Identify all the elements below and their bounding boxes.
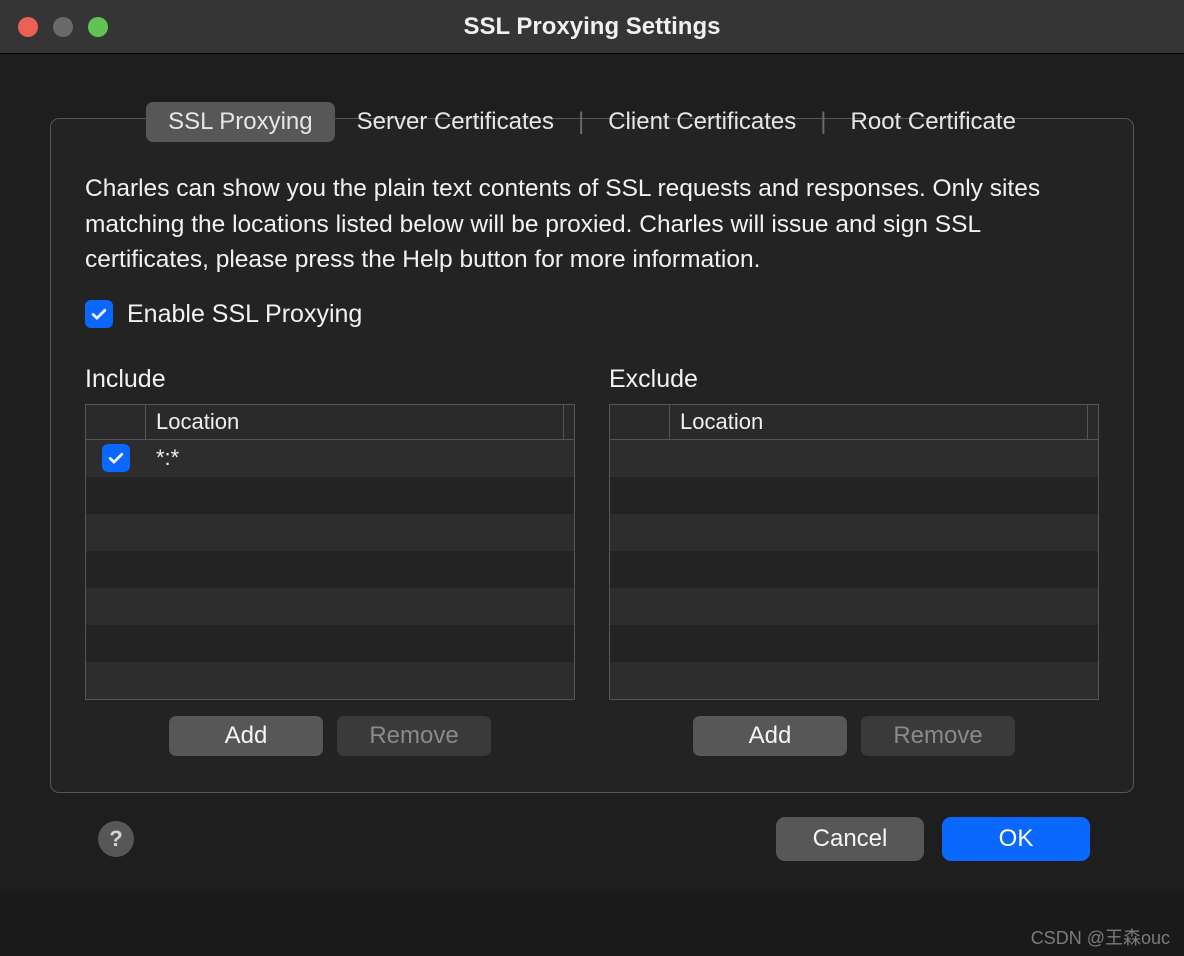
tab-separator: |: [818, 108, 828, 136]
titlebar: SSL Proxying Settings: [0, 0, 1184, 54]
include-add-button[interactable]: Add: [169, 716, 323, 756]
include-row-checkbox[interactable]: [102, 444, 130, 472]
tab-label: Client Certificates: [608, 108, 796, 136]
table-row[interactable]: [610, 625, 1098, 662]
include-header-location[interactable]: Location: [146, 405, 564, 439]
table-row[interactable]: [610, 662, 1098, 699]
table-row[interactable]: [610, 477, 1098, 514]
table-row[interactable]: [86, 625, 574, 662]
tab-label: Server Certificates: [357, 108, 554, 136]
tab-server-certificates[interactable]: Server Certificates: [335, 102, 576, 142]
maximize-icon[interactable]: [88, 17, 108, 37]
exclude-remove-button[interactable]: Remove: [861, 716, 1015, 756]
exclude-section: Exclude Location: [609, 365, 1099, 756]
include-header-check: [86, 405, 146, 439]
table-row[interactable]: [86, 588, 574, 625]
tab-label: SSL Proxying: [168, 108, 313, 136]
tab-separator: |: [576, 108, 586, 136]
tab-bar: SSL Proxying Server Certificates | Clien…: [50, 102, 1134, 142]
ok-button[interactable]: OK: [942, 817, 1090, 861]
check-icon: [89, 304, 109, 324]
table-row[interactable]: [86, 514, 574, 551]
minimize-icon: [53, 17, 73, 37]
panel-description: Charles can show you the plain text cont…: [85, 171, 1099, 278]
enable-ssl-proxying-label: Enable SSL Proxying: [127, 300, 362, 329]
table-row[interactable]: [610, 514, 1098, 551]
cancel-button[interactable]: Cancel: [776, 817, 924, 861]
help-button[interactable]: ?: [98, 821, 134, 857]
table-row[interactable]: *:*: [86, 440, 574, 477]
include-remove-button[interactable]: Remove: [337, 716, 491, 756]
include-row-location: *:*: [146, 445, 574, 471]
table-row[interactable]: [610, 588, 1098, 625]
watermark: CSDN @王森ouc: [1031, 924, 1170, 950]
enable-ssl-proxying-checkbox[interactable]: [85, 300, 113, 328]
window-title: SSL Proxying Settings: [0, 13, 1184, 41]
tab-ssl-proxying[interactable]: SSL Proxying: [146, 102, 335, 142]
check-icon: [106, 448, 126, 468]
include-table[interactable]: Location *:*: [85, 404, 575, 700]
table-row[interactable]: [86, 477, 574, 514]
include-title: Include: [85, 365, 575, 394]
close-icon[interactable]: [18, 17, 38, 37]
exclude-title: Exclude: [609, 365, 1099, 394]
tab-root-certificate[interactable]: Root Certificate: [829, 102, 1038, 142]
exclude-table[interactable]: Location: [609, 404, 1099, 700]
panel: Charles can show you the plain text cont…: [50, 118, 1134, 793]
table-row[interactable]: [86, 662, 574, 699]
table-row[interactable]: [86, 551, 574, 588]
table-row[interactable]: [610, 551, 1098, 588]
exclude-header-check: [610, 405, 670, 439]
exclude-header-location[interactable]: Location: [670, 405, 1088, 439]
tab-client-certificates[interactable]: Client Certificates: [586, 102, 818, 142]
exclude-add-button[interactable]: Add: [693, 716, 847, 756]
include-section: Include Location: [85, 365, 575, 756]
table-row[interactable]: [610, 440, 1098, 477]
tab-label: Root Certificate: [851, 108, 1016, 136]
